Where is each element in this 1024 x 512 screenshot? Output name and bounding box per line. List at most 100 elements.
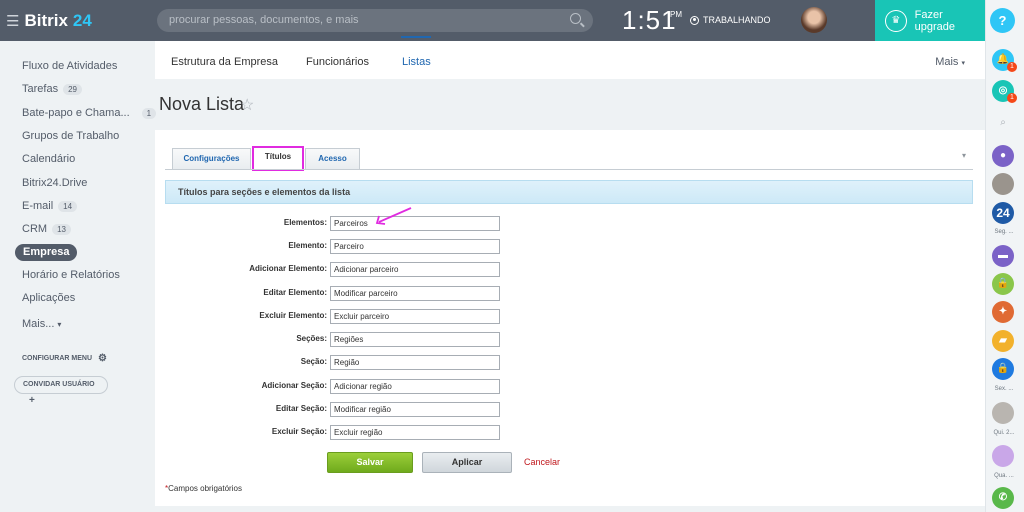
contact-label-sex: Sex. ... bbox=[994, 386, 1014, 392]
field-row: Elementos: bbox=[165, 216, 525, 231]
field-row: Adicionar Seção: bbox=[165, 379, 525, 394]
field-label: Seções: bbox=[296, 334, 327, 343]
apply-button[interactable]: Aplicar bbox=[422, 452, 512, 473]
announcement-icon[interactable]: ▬ bbox=[992, 245, 1014, 267]
bitrix24-chat-icon[interactable]: 24 bbox=[992, 202, 1014, 224]
logo-number: 24 bbox=[72, 11, 92, 30]
sidebar-item-label: E-mail bbox=[22, 200, 54, 212]
more-tabs-button[interactable]: Mais ▾ bbox=[935, 56, 965, 68]
tab-settings[interactable]: Configurações bbox=[172, 148, 251, 169]
upgrade-label: Fazer upgrade bbox=[914, 8, 956, 33]
contact-avatar[interactable] bbox=[992, 173, 1014, 195]
elements-input[interactable] bbox=[330, 216, 500, 231]
search-icon[interactable] bbox=[570, 13, 581, 24]
upgrade-button[interactable]: ♛ Fazer upgrade bbox=[875, 0, 985, 41]
field-row: Seção: bbox=[165, 355, 525, 370]
tab-titles[interactable]: Títulos bbox=[252, 146, 304, 171]
logo[interactable]: ☰ Bitrix 24 bbox=[6, 11, 92, 31]
tab-employees[interactable]: Funcionários bbox=[306, 56, 369, 68]
sidebar-item-label: CRM bbox=[22, 223, 48, 235]
chevron-down-icon[interactable]: ▾ bbox=[962, 151, 966, 160]
user-avatar[interactable] bbox=[801, 7, 827, 33]
sidebar-item-drive[interactable]: Bitrix24.Drive bbox=[22, 177, 87, 189]
sidebar-item-label: Bitrix24.Drive bbox=[22, 177, 88, 189]
chevron-down-icon: ▾ bbox=[57, 319, 62, 329]
delete-section-input[interactable] bbox=[330, 425, 500, 440]
edit-element-input[interactable] bbox=[330, 286, 500, 301]
field-row: Excluir Seção: bbox=[165, 425, 525, 440]
tab-lists[interactable]: Listas bbox=[402, 56, 431, 68]
edit-section-input[interactable] bbox=[330, 402, 500, 417]
invite-user-label: CONVIDAR USUÁRIO bbox=[23, 381, 95, 388]
delete-element-input[interactable] bbox=[330, 309, 500, 324]
phone-icon[interactable]: ✆ bbox=[992, 487, 1014, 509]
add-section-input[interactable] bbox=[330, 379, 500, 394]
clock-ampm: PM bbox=[670, 10, 682, 19]
contact-label-seg: Seg. ... bbox=[994, 229, 1014, 235]
group-chat-icon[interactable]: ✦ bbox=[992, 301, 1014, 323]
sidebar-item-company[interactable]: Empresa bbox=[15, 244, 78, 261]
main-tabs: Estrutura da Empresa Funcionários Listas… bbox=[155, 41, 985, 79]
gear-icon: ⚙ bbox=[98, 353, 107, 364]
tab-access[interactable]: Acesso bbox=[305, 148, 360, 169]
sidebar-item-more[interactable]: Mais... ▾ bbox=[22, 318, 61, 330]
sidebar-item-workgroups[interactable]: Grupos de Trabalho bbox=[22, 130, 119, 142]
star-icon[interactable]: ☆ bbox=[240, 95, 254, 115]
invite-user-button[interactable]: CONVIDAR USUÁRIO + bbox=[14, 376, 108, 406]
more-tabs-label: Mais bbox=[935, 56, 959, 68]
work-status[interactable]: TRABALHANDO bbox=[690, 15, 771, 25]
sidebar-item-label: Calendário bbox=[22, 153, 76, 165]
counter-badge: 29 bbox=[63, 83, 82, 95]
required-fields-label: Campos obrigatórios bbox=[168, 484, 242, 493]
logo-text: Bitrix bbox=[24, 11, 68, 30]
section-header: Títulos para seções e elementos da lista bbox=[165, 180, 973, 204]
save-button[interactable]: Salvar bbox=[327, 452, 413, 473]
field-label: Editar Elemento: bbox=[263, 288, 327, 297]
search-contacts-icon[interactable]: ⌕ bbox=[992, 112, 1014, 134]
tab-company-structure[interactable]: Estrutura da Empresa bbox=[171, 56, 278, 68]
cancel-link[interactable]: Cancelar bbox=[524, 457, 560, 467]
element-input[interactable] bbox=[330, 239, 500, 254]
field-label: Adicionar Seção: bbox=[261, 381, 327, 390]
sidebar-item-activity-stream[interactable]: Fluxo de Atividades bbox=[22, 60, 117, 72]
sidebar-item-label: Mais... bbox=[22, 318, 55, 330]
sidebar-item-label: Tarefas bbox=[22, 83, 59, 95]
private-chat-lock-icon[interactable]: 🔒 bbox=[992, 358, 1014, 380]
field-row: Elemento: bbox=[165, 239, 525, 254]
sidebar-item-chat[interactable]: Bate-papo e Chama... 1 bbox=[22, 107, 157, 119]
field-label: Excluir Elemento: bbox=[259, 311, 327, 320]
configure-menu-button[interactable]: CONFIGURAR MENU ⚙ bbox=[22, 353, 107, 364]
folder-chat-icon[interactable]: ▰ bbox=[992, 330, 1014, 352]
section-input[interactable] bbox=[330, 355, 500, 370]
top-bar: ☰ Bitrix 24 procurar pessoas, documentos… bbox=[0, 0, 985, 41]
field-row: Editar Seção: bbox=[165, 402, 525, 417]
field-row: Adicionar Elemento: bbox=[165, 262, 525, 277]
sidebar-item-tasks[interactable]: Tarefas 29 bbox=[22, 83, 82, 95]
menu-burger-icon[interactable]: ☰ bbox=[6, 12, 19, 30]
counter-badge: 14 bbox=[58, 200, 78, 212]
sidebar-item-label: Fluxo de Atividades bbox=[22, 60, 118, 72]
sidebar-item-label: Grupos de Trabalho bbox=[22, 130, 120, 142]
active-tab-underline bbox=[401, 36, 431, 38]
sidebar-item-time-reports[interactable]: Horário e Relatórios bbox=[22, 269, 120, 281]
search-input[interactable]: procurar pessoas, documentos, e mais bbox=[157, 9, 593, 32]
sidebar-item-calendar[interactable]: Calendário bbox=[22, 153, 75, 165]
contact-avatar-3[interactable] bbox=[992, 445, 1014, 467]
field-label: Excluir Seção: bbox=[271, 427, 327, 436]
sidebar-item-applications[interactable]: Aplicações bbox=[22, 292, 75, 304]
work-status-label: TRABALHANDO bbox=[703, 15, 771, 25]
status-icon bbox=[690, 15, 699, 25]
user-contact-icon[interactable]: ● bbox=[992, 145, 1014, 167]
annotation-arrow-icon bbox=[375, 207, 412, 225]
field-row: Editar Elemento: bbox=[165, 286, 525, 301]
sidebar-item-label: Aplicações bbox=[22, 292, 76, 304]
field-label: Elementos: bbox=[283, 218, 327, 227]
field-label: Adicionar Elemento: bbox=[249, 264, 327, 273]
add-element-input[interactable] bbox=[330, 262, 500, 277]
sidebar-item-email[interactable]: E-mail 14 bbox=[22, 200, 78, 212]
sidebar-item-crm[interactable]: CRM 13 bbox=[22, 223, 71, 235]
contact-avatar-2[interactable] bbox=[992, 402, 1014, 424]
lock-icon[interactable]: 🔒 bbox=[992, 273, 1014, 295]
help-button[interactable]: ? bbox=[990, 8, 1015, 33]
sections-input[interactable] bbox=[330, 332, 500, 347]
